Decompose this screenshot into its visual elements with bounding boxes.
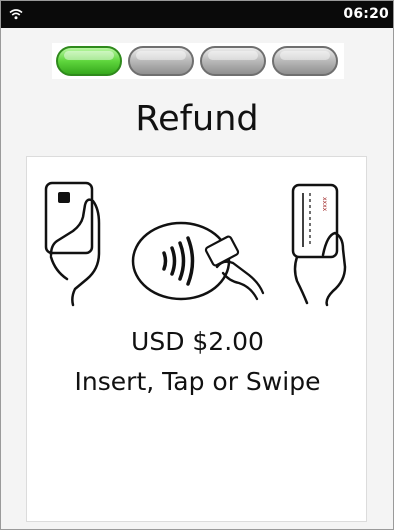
progress-step-2 xyxy=(128,46,194,76)
page-title: Refund xyxy=(135,99,259,139)
progress-step-4 xyxy=(272,46,338,76)
progress-indicator xyxy=(52,43,344,79)
contactless-tap-icon xyxy=(131,221,265,301)
transaction-amount: USD $2.00 xyxy=(131,327,264,356)
status-bar: 06:20 xyxy=(1,1,393,28)
swipe-card-icon: xxxx xyxy=(291,183,347,307)
progress-step-3 xyxy=(200,46,266,76)
svg-text:xxxx: xxxx xyxy=(321,197,328,212)
payment-panel: xxxx USD $2.00 Insert, Tap or Swipe xyxy=(26,156,367,522)
status-time: 06:20 xyxy=(343,6,389,22)
terminal-screen: 06:20 Refund xxxx USD $2.00 Insert, Tap … xyxy=(0,0,394,530)
payment-instruction: Insert, Tap or Swipe xyxy=(74,367,321,396)
progress-step-1 xyxy=(56,46,122,76)
insert-card-icon xyxy=(44,181,101,307)
payment-methods-illustration: xxxx xyxy=(44,181,347,307)
wifi-icon xyxy=(9,9,23,20)
